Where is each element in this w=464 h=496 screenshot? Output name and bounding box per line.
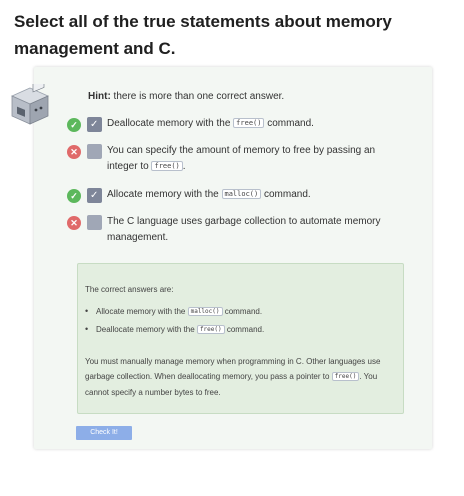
checkbox-icon[interactable]: ✓ <box>87 188 102 203</box>
code-snippet: malloc() <box>221 189 262 199</box>
checkbox-icon[interactable] <box>87 215 102 230</box>
check-circle-icon: ✓ <box>67 189 81 203</box>
checkbox-icon[interactable]: ✓ <box>87 117 102 132</box>
code-snippet: malloc() <box>187 307 223 316</box>
code-snippet: free() <box>331 372 360 381</box>
check-it-button[interactable]: Check It! <box>76 426 132 440</box>
code-snippet: free() <box>151 161 183 171</box>
question-title: Select all of the true statements about … <box>14 12 392 58</box>
code-snippet: free() <box>233 118 265 128</box>
hint-text: Hint: there is more than one correct ans… <box>88 91 284 102</box>
x-circle-icon: ✕ <box>67 145 81 159</box>
hint-label: Hint: <box>88 91 111 102</box>
x-circle-icon: ✕ <box>67 216 81 230</box>
list-item: Allocate memory with the malloc() comman… <box>85 304 264 322</box>
option-text: Deallocate memory with the free() comman… <box>107 118 314 129</box>
checkbox-icon[interactable] <box>87 144 102 159</box>
hint-body: there is more than one correct answer. <box>110 91 285 102</box>
option-text: Allocate memory with the malloc() comman… <box>107 189 311 200</box>
robot-mascot-icon <box>11 84 49 125</box>
check-circle-icon: ✓ <box>67 118 81 132</box>
feedback-heading: The correct answers are: <box>85 285 174 294</box>
feedback-box: The correct answers are: Allocate memory… <box>77 263 404 414</box>
option-text: You can specify the amount of memory to … <box>107 145 376 172</box>
correct-answers-list: Allocate memory with the malloc() comman… <box>85 304 264 340</box>
list-item: Deallocate memory with the free() comman… <box>85 322 264 340</box>
option-text: The C language uses garbage collection t… <box>107 216 381 243</box>
code-snippet: free() <box>196 325 225 334</box>
feedback-explanation: You must manually manage memory when pro… <box>85 357 381 397</box>
